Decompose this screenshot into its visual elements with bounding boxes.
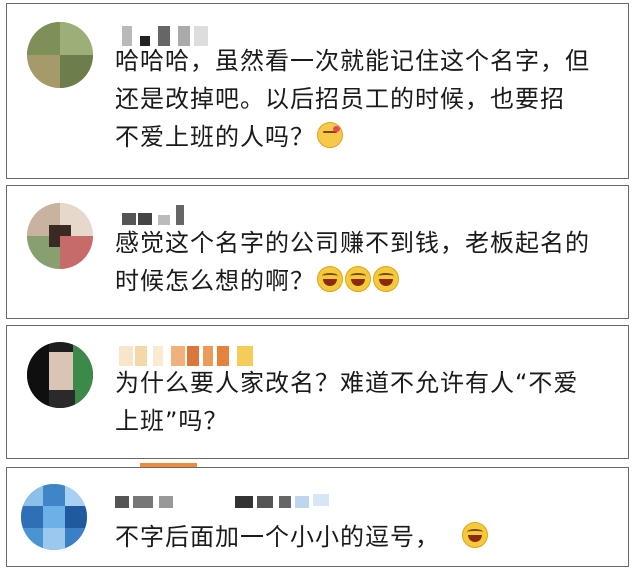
- comment-line: 不爱上班的人吗？: [115, 123, 315, 151]
- laughing-tears-emoji-icon: [317, 266, 343, 292]
- comment-card: 为什么要人家改名？难道不允许有人“不爱 上班”吗？: [6, 325, 629, 459]
- laughing-tears-emoji-icon: [373, 266, 399, 292]
- comment-text: 不字后面加一个小小的逗号，: [115, 518, 606, 556]
- username-blurred[interactable]: [115, 490, 340, 510]
- laughing-tears-emoji-icon: [462, 522, 488, 548]
- comment-line: 为什么要人家改名？难道不允许有人“不爱: [115, 369, 579, 397]
- username-blurred[interactable]: [122, 205, 192, 225]
- comment-line: 哈哈哈，虽然看一次就能记住这个名字，但: [115, 47, 590, 75]
- comment-line: 上班”吗？: [115, 407, 229, 435]
- comment-line: 不字后面加一个小小的逗号，: [115, 523, 440, 551]
- avatar[interactable]: [21, 484, 87, 550]
- comment-text: 感觉这个名字的公司赚不到钱，老板起名的 时候怎么想的啊？: [115, 224, 606, 300]
- comment-line: 感觉这个名字的公司赚不到钱，老板起名的: [115, 229, 590, 257]
- comment-card: 感觉这个名字的公司赚不到钱，老板起名的 时候怎么想的啊？: [6, 185, 629, 319]
- avatar[interactable]: [27, 203, 93, 269]
- blowing-kiss-emoji-icon: [317, 122, 343, 148]
- comment-card: 不字后面加一个小小的逗号，: [6, 467, 629, 567]
- comment-line: 时候怎么想的啊？: [115, 267, 315, 295]
- comment-text: 为什么要人家改名？难道不允许有人“不爱 上班”吗？: [115, 364, 606, 440]
- comment-card: 哈哈哈，虽然看一次就能记住这个名字，但 还是改掉吧。以后招员工的时候，也要招 不…: [6, 3, 629, 179]
- comment-line: 还是改掉吧。以后招员工的时候，也要招: [115, 85, 565, 113]
- avatar[interactable]: [27, 342, 93, 408]
- username-blurred[interactable]: [119, 346, 259, 366]
- comment-text: 哈哈哈，虽然看一次就能记住这个名字，但 还是改掉吧。以后招员工的时候，也要招 不…: [115, 42, 606, 156]
- avatar[interactable]: [27, 22, 93, 88]
- laughing-tears-emoji-icon: [345, 266, 371, 292]
